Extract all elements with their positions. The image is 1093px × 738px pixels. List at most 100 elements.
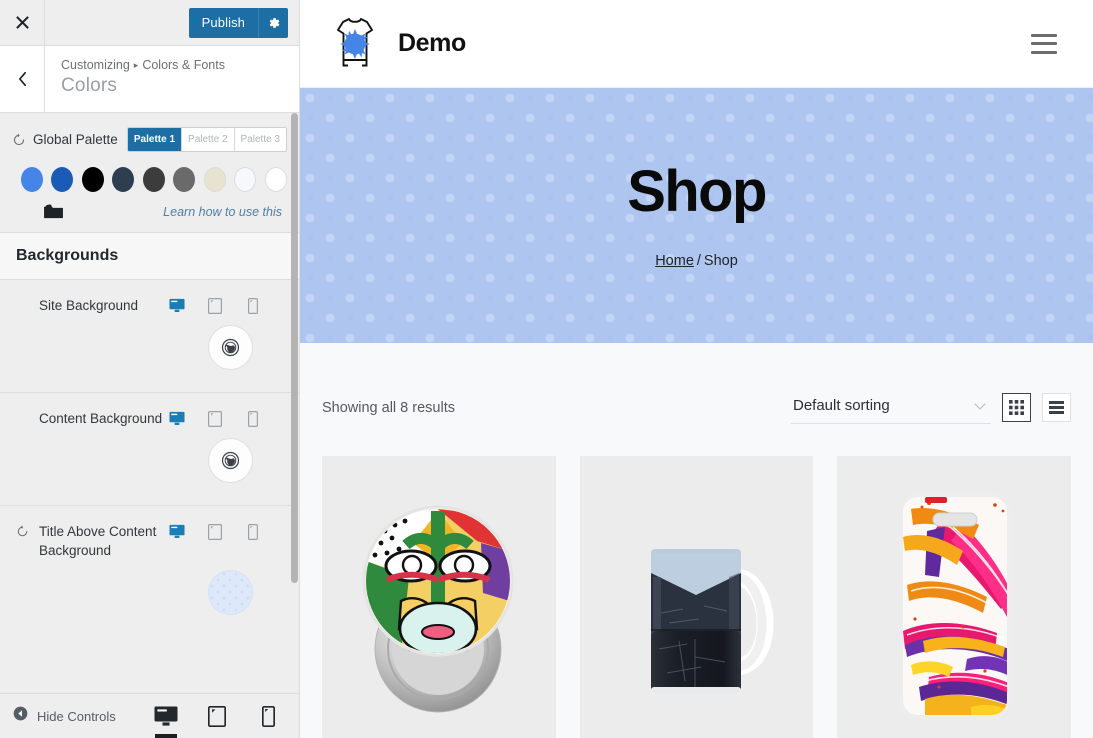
reset-placeholder [16,410,30,412]
background-row-site: Site Background [0,280,299,394]
background-swatch-row [16,560,283,637]
page-title: Colors [61,75,118,97]
page-hero-banner: Shop Home / Shop [300,88,1093,343]
brand-name: Demo [398,29,466,57]
learn-how-to-use-link[interactable]: Learn how to use this [163,205,282,219]
hamburger-bar [1031,33,1057,37]
site-branding[interactable]: Demo [326,16,466,72]
pin-badge-face-art-product-image [351,481,526,731]
sorting-select[interactable]: Default sorting Sort by popularity Sort … [791,391,991,424]
breadcrumb-home-link[interactable]: Home [655,253,694,269]
hamburger-bar [1031,42,1057,45]
background-row-top: Site Background [16,297,283,315]
desktop-icon[interactable] [169,410,185,427]
background-swatch-row [16,315,283,392]
sorting-select-wrapper: Default sorting Sort by popularity Sort … [791,391,991,424]
product-grid [322,456,1072,738]
scrollbar-thumb[interactable] [291,113,298,583]
product-card[interactable] [322,456,556,738]
preview-device-group [153,694,299,738]
page-title: Shop [627,158,767,224]
device-toggle-group [169,523,275,540]
background-row-top: Content Background [16,410,283,428]
palette-tab-2[interactable]: Palette 2 [182,128,235,151]
publish-button[interactable]: Publish [189,8,258,38]
breadcrumb-separator: / [696,252,701,269]
background-row-top: Title Above Content Background [16,523,283,559]
site-background-label: Site Background [39,298,139,313]
desktop-icon[interactable] [169,297,185,314]
reset-icon[interactable] [16,523,30,543]
palette-footer: Learn how to use this [43,203,282,220]
tablet-icon[interactable] [207,523,223,540]
palette-swatch[interactable] [234,167,257,192]
global-palette-row: Global Palette Palette 1 Palette 2 Palet… [12,127,287,152]
breadcrumb-root[interactable]: Customizing [61,58,130,72]
content-background-label: Content Background [39,411,163,427]
grid-view-icon[interactable] [1002,393,1031,422]
hide-controls-button[interactable]: Hide Controls [0,706,116,726]
title-above-content-background-picker[interactable] [208,569,253,615]
device-toggle-group [169,297,275,314]
tablet-icon[interactable] [207,410,223,427]
mobile-icon[interactable] [245,297,261,314]
panel-titles: Customizing ▸ Colors & Fonts Colors [45,46,225,112]
background-swatch-row [16,428,283,505]
product-card[interactable] [837,456,1072,738]
breadcrumb-parent[interactable]: Colors & Fonts [142,58,225,72]
palette-swatch[interactable] [112,167,135,192]
breadcrumb: Home / Shop [655,253,738,269]
global-palette-label-group: Global Palette [12,132,118,147]
customizer-topbar: Publish [0,0,299,46]
publish-group: Publish [188,7,288,38]
product-card[interactable] [579,456,814,738]
mobile-icon[interactable] [245,523,261,540]
device-toggle-group [169,410,275,427]
reset-icon[interactable] [12,133,26,147]
content-background-color-picker[interactable] [208,438,253,484]
hamburger-menu-icon[interactable] [1031,33,1057,54]
site-header: Demo [300,0,1093,88]
list-view-icon[interactable] [1042,393,1071,422]
palette-tab-1[interactable]: Palette 1 [127,128,183,151]
title-above-content-background-label: Title Above Content Background [39,524,157,558]
backgrounds-section-heading: Backgrounds [0,232,299,280]
palette-tab-3[interactable]: Palette 3 [234,128,286,151]
tshirt-logo-icon [326,16,384,72]
folder-icon[interactable] [43,203,64,220]
palette-swatch[interactable] [81,167,104,192]
tablet-icon[interactable] [207,297,223,314]
hide-controls-label: Hide Controls [37,708,116,724]
breadcrumb: Customizing ▸ Colors & Fonts [61,57,225,73]
gear-icon[interactable] [258,7,288,38]
preview-tablet-icon[interactable] [204,694,230,738]
site-background-color-picker[interactable] [208,325,253,371]
palette-swatch[interactable] [173,167,196,192]
palette-swatch[interactable] [264,167,288,192]
hamburger-bar [1031,50,1057,54]
chevron-left-icon[interactable] [0,46,45,112]
global-palette-label: Global Palette [33,132,118,147]
customizer-footer: Hide Controls [0,693,299,738]
dark-mug-product-image [609,481,784,731]
site-preview: Demo Shop Home / Shop Showing all 8 result… [300,0,1093,738]
mobile-icon[interactable] [245,410,261,427]
shop-content: Showing all 8 results Default sorting So… [300,343,1093,738]
palette-swatch[interactable] [203,167,226,192]
palette-swatch[interactable] [142,167,165,192]
palette-swatch[interactable] [51,167,74,192]
background-row-content: Content Background [0,393,299,507]
customizer-app: Publish Customizing ▸ Colors & Fonts Col… [0,0,1093,738]
breadcrumb-separator-icon: ▸ [133,60,139,70]
shop-toolbar: Showing all 8 results Default sorting So… [322,343,1071,424]
background-row-title-above-content: Title Above Content Background [0,506,299,636]
palette-tab-group: Palette 1 Palette 2 Palette 3 [126,127,287,152]
preview-mobile-icon[interactable] [255,694,281,738]
result-count: Showing all 8 results [322,399,455,416]
close-icon[interactable] [0,0,45,45]
palette-swatch[interactable] [21,167,43,192]
preview-desktop-icon[interactable] [153,694,179,738]
global-palette-section: Global Palette Palette 1 Palette 2 Palet… [0,113,299,232]
desktop-icon[interactable] [169,523,185,540]
reset-placeholder [16,297,30,299]
